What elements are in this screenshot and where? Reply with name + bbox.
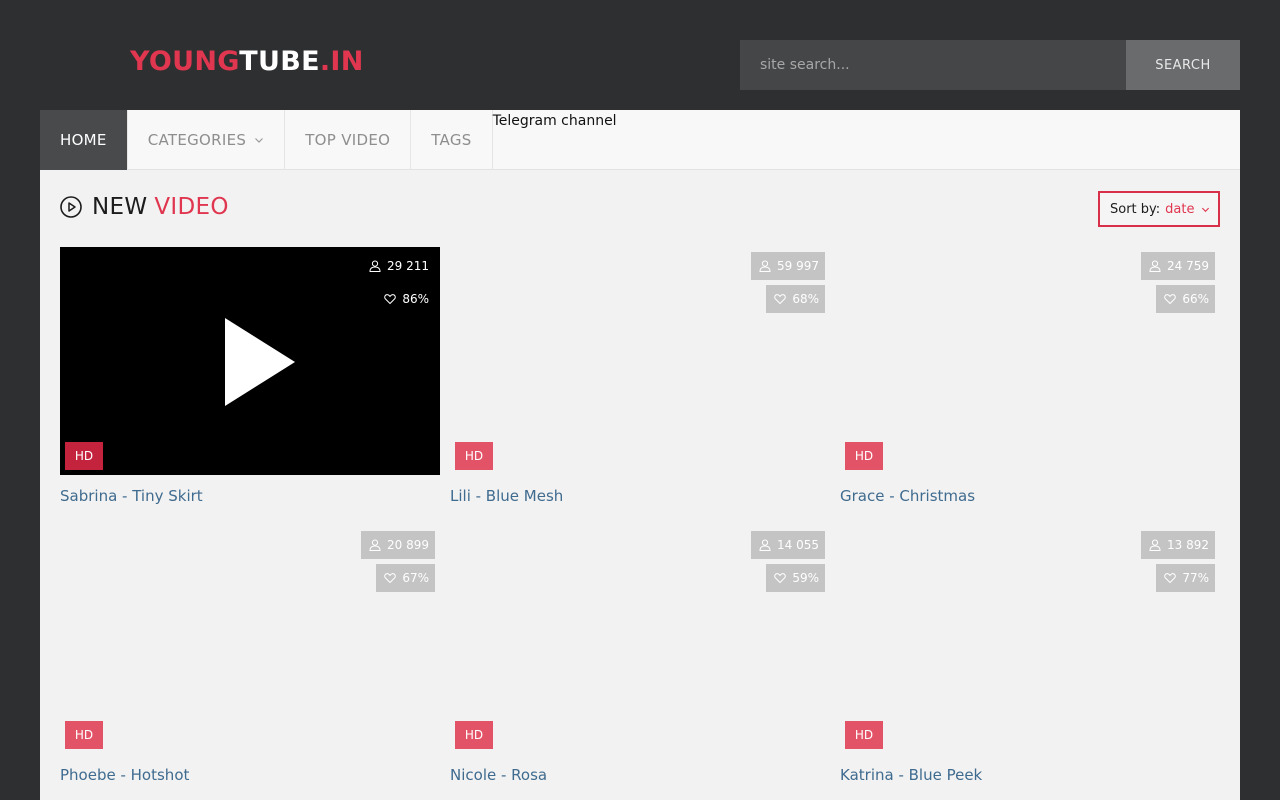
views-count: 24 759 bbox=[1167, 259, 1209, 273]
user-icon bbox=[1149, 539, 1161, 551]
heart-icon bbox=[1164, 294, 1177, 305]
rating-badge: 86% bbox=[376, 285, 435, 313]
logo-part-tube: TUBE bbox=[239, 46, 320, 77]
video-card[interactable]: 59 997 68% HD Lili - Blue Mesh bbox=[450, 247, 830, 506]
views-badge: 24 759 bbox=[1141, 252, 1215, 280]
site-header: YOUNGTUBE.IN SEARCH bbox=[0, 0, 1280, 110]
hd-badge: HD bbox=[845, 442, 883, 470]
views-badge: 20 899 bbox=[361, 531, 435, 559]
section-title: NEW VIDEO bbox=[60, 194, 229, 220]
play-circle-icon bbox=[60, 196, 82, 218]
hd-badge: HD bbox=[65, 442, 103, 470]
views-count: 20 899 bbox=[387, 538, 429, 552]
nav-item-label: TAGS bbox=[431, 131, 472, 149]
nav-item-label: CATEGORIES bbox=[147, 131, 247, 149]
video-title-link[interactable]: Katrina - Blue Peek bbox=[840, 765, 1220, 785]
rating-badge: 67% bbox=[376, 564, 435, 592]
video-title-link[interactable]: Sabrina - Tiny Skirt bbox=[60, 486, 440, 506]
logo-part-domain: .IN bbox=[319, 46, 364, 77]
video-title-link[interactable]: Grace - Christmas bbox=[840, 486, 1220, 506]
chevron-down-icon bbox=[1201, 207, 1209, 212]
rating-value: 68% bbox=[792, 292, 819, 306]
hd-badge: HD bbox=[845, 721, 883, 749]
heart-icon bbox=[774, 294, 787, 305]
chevron-down-icon bbox=[255, 138, 264, 143]
nav-item-home[interactable]: HOME bbox=[40, 110, 128, 170]
nav-item-label: HOME bbox=[60, 131, 107, 149]
search-input[interactable] bbox=[740, 40, 1126, 90]
rating-value: 86% bbox=[402, 292, 429, 306]
rating-badge: 77% bbox=[1156, 564, 1215, 592]
search-button[interactable]: SEARCH bbox=[1126, 40, 1240, 90]
rating-value: 77% bbox=[1182, 571, 1209, 585]
video-card[interactable]: 20 899 67% HD Phoebe - Hotshot bbox=[60, 526, 440, 785]
nav-item-tags[interactable]: TAGS bbox=[411, 110, 493, 170]
video-card[interactable]: 29 211 86% HD Sabrina - Tiny Skirt bbox=[60, 247, 440, 506]
user-icon bbox=[369, 539, 381, 551]
video-thumbnail[interactable]: 20 899 67% HD bbox=[60, 526, 440, 754]
section-title-new: NEW bbox=[92, 194, 148, 220]
rating-badge: 59% bbox=[766, 564, 825, 592]
nav-item-label: TOP VIDEO bbox=[305, 131, 391, 149]
video-thumbnail[interactable]: 24 759 66% HD bbox=[840, 247, 1220, 475]
views-badge: 14 055 bbox=[751, 531, 825, 559]
hd-badge: HD bbox=[455, 721, 493, 749]
heart-icon bbox=[774, 573, 787, 584]
sort-value: date bbox=[1165, 201, 1195, 217]
main-content: NEW VIDEO Sort by: date 29 211 86% HD Sa… bbox=[40, 170, 1240, 800]
site-logo[interactable]: YOUNGTUBE.IN bbox=[130, 44, 364, 80]
heart-icon bbox=[384, 573, 397, 584]
views-badge: 59 997 bbox=[751, 252, 825, 280]
section-title-video: VIDEO bbox=[154, 194, 229, 220]
video-thumbnail[interactable]: 14 055 59% HD bbox=[450, 526, 830, 754]
play-icon[interactable] bbox=[223, 316, 297, 408]
video-card[interactable]: 14 055 59% HD Nicole - Rosa bbox=[450, 526, 830, 785]
views-badge: 29 211 bbox=[361, 252, 435, 280]
video-card[interactable]: 13 892 77% HD Katrina - Blue Peek bbox=[840, 526, 1220, 785]
nav-item-top-video[interactable]: TOP VIDEO bbox=[285, 110, 412, 170]
views-count: 13 892 bbox=[1167, 538, 1209, 552]
rating-value: 66% bbox=[1182, 292, 1209, 306]
user-icon bbox=[1149, 260, 1161, 272]
heart-icon bbox=[1164, 573, 1177, 584]
views-count: 29 211 bbox=[387, 259, 429, 273]
user-icon bbox=[759, 539, 771, 551]
rating-value: 67% bbox=[402, 571, 429, 585]
rating-value: 59% bbox=[792, 571, 819, 585]
hd-badge: HD bbox=[455, 442, 493, 470]
sort-dropdown[interactable]: Sort by: date bbox=[1098, 191, 1220, 227]
video-card[interactable]: 24 759 66% HD Grace - Christmas bbox=[840, 247, 1220, 506]
heart-icon bbox=[384, 294, 397, 305]
user-icon bbox=[369, 260, 381, 272]
telegram-channel-link[interactable]: Telegram channel bbox=[493, 111, 617, 130]
nav-item-categories[interactable]: CATEGORIES bbox=[128, 110, 286, 170]
views-badge: 13 892 bbox=[1141, 531, 1215, 559]
hd-badge: HD bbox=[65, 721, 103, 749]
logo-part-young: YOUNG bbox=[130, 46, 240, 77]
rating-badge: 68% bbox=[766, 285, 825, 313]
user-icon bbox=[759, 260, 771, 272]
video-title-link[interactable]: Lili - Blue Mesh bbox=[450, 486, 830, 506]
video-thumbnail[interactable]: 29 211 86% HD bbox=[60, 247, 440, 475]
video-title-link[interactable]: Nicole - Rosa bbox=[450, 765, 830, 785]
views-count: 14 055 bbox=[777, 538, 819, 552]
sort-label: Sort by: bbox=[1110, 201, 1161, 217]
rating-badge: 66% bbox=[1156, 285, 1215, 313]
video-thumbnail[interactable]: 13 892 77% HD bbox=[840, 526, 1220, 754]
video-title-link[interactable]: Phoebe - Hotshot bbox=[60, 765, 440, 785]
main-nav: HOME CATEGORIES TOP VIDEO TAGS Telegram … bbox=[40, 110, 1240, 170]
views-count: 59 997 bbox=[777, 259, 819, 273]
search-form: SEARCH bbox=[740, 40, 1240, 90]
video-thumbnail[interactable]: 59 997 68% HD bbox=[450, 247, 830, 475]
